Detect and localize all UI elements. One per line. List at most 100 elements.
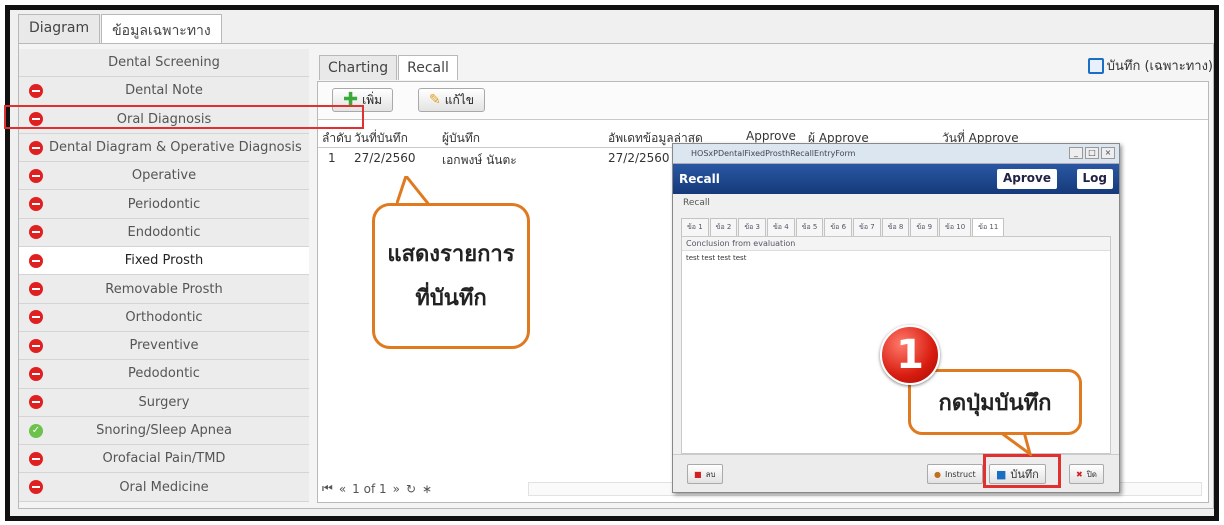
toolbar: ✚ เพิ่ม ✎ แก้ไข xyxy=(318,82,1208,120)
dialog-window-title: HOSxPDentalFixedProsthRecallEntryForm xyxy=(691,149,856,158)
add-button-label: เพิ่ม xyxy=(362,92,383,107)
sidebar-item-dental-note[interactable]: Dental Note xyxy=(19,77,309,106)
close-label: ปิด xyxy=(1086,469,1097,479)
close-button[interactable]: ✖ ปิด xyxy=(1069,464,1104,484)
check-icon: ✓ xyxy=(29,423,43,438)
col-header-approve[interactable]: Approve xyxy=(746,129,796,143)
sub-tab-bar: Charting Recall xyxy=(319,55,459,80)
sidebar-item-orthodontic[interactable]: Orthodontic xyxy=(19,303,309,332)
edit-button[interactable]: ✎ แก้ไข xyxy=(418,88,485,112)
sidebar-item-oral-medicine[interactable]: Oral Medicine xyxy=(19,473,309,502)
instruct-button[interactable]: ● Instruct xyxy=(927,464,983,484)
status-incomplete-icon xyxy=(29,338,43,353)
col-header-recorder[interactable]: ผู้บันทึก xyxy=(442,129,480,148)
sidebar-item-endodontic[interactable]: Endodontic xyxy=(19,218,309,248)
status-incomplete-icon xyxy=(29,395,43,410)
status-incomplete-icon xyxy=(29,197,43,212)
sidebar-item-dental-diagram[interactable]: Dental Diagram & Operative Diagnosis xyxy=(19,133,309,163)
sidebar-item-label: Preventive xyxy=(129,338,199,354)
save-specialty-label: บันทึก (เฉพาะทาง) xyxy=(1106,59,1213,74)
tab-specialty-info[interactable]: ข้อมูลเฉพาะทาง xyxy=(101,14,222,44)
save-specialty-button[interactable]: บันทึก (เฉพาะทาง) xyxy=(1087,55,1213,76)
col-header-record-date[interactable]: วันที่บันทึก xyxy=(354,129,408,148)
sidebar-item-label: Dental Screening xyxy=(108,55,220,71)
status-incomplete-icon xyxy=(29,366,43,381)
asterisk-icon[interactable]: ∗ xyxy=(422,482,432,496)
pager: ⏮ « 1 of 1 » ↻ ∗ xyxy=(322,481,432,496)
sidebar-item-label: Operative xyxy=(131,168,197,184)
callout-tail xyxy=(1000,432,1033,456)
step-number-badge: 1 xyxy=(880,325,940,385)
sidebar-item-label: Oral Medicine xyxy=(119,479,209,495)
sidebar-item-label: Surgery xyxy=(138,394,190,410)
callout-line-1: แสดงรายการ xyxy=(387,241,515,267)
sidebar-item-periodontic[interactable]: Periodontic xyxy=(19,190,309,219)
top-tab-bar: Diagram ข้อมูลเฉพาะทาง xyxy=(18,14,223,44)
sidebar-item-dental-screening[interactable]: Dental Screening xyxy=(19,49,309,78)
col-header-no[interactable]: ลำดับ xyxy=(322,129,352,148)
log-button[interactable]: Log xyxy=(1076,169,1113,189)
sidebar-item-operative[interactable]: Operative xyxy=(19,162,309,191)
save-highlight-box xyxy=(983,454,1061,488)
sidebar-item-label: Periodontic xyxy=(127,196,201,212)
status-incomplete-icon xyxy=(29,310,43,325)
conclusion-label: Conclusion from evaluation xyxy=(682,237,1110,251)
tab-q7[interactable]: ข้อ 7 xyxy=(853,218,881,237)
maximize-icon[interactable]: □ xyxy=(1085,147,1099,159)
sidebar-item-preventive[interactable]: Preventive xyxy=(19,331,309,361)
tab-q6[interactable]: ข้อ 6 xyxy=(824,218,853,237)
tab-recall[interactable]: Recall xyxy=(398,55,458,80)
tab-q8[interactable]: ข้อ 8 xyxy=(881,218,910,237)
prev-page-icon[interactable]: « xyxy=(339,482,346,496)
cell-last-update: 27/2/2560 xyxy=(608,151,670,165)
page-indicator: 1 of 1 xyxy=(352,481,387,496)
tab-q1[interactable]: ข้อ 1 xyxy=(681,218,709,237)
minimize-icon[interactable]: _ xyxy=(1069,147,1083,159)
person-icon: ● xyxy=(934,469,941,479)
tab-charting[interactable]: Charting xyxy=(319,55,398,80)
cell-recorder: เอกพงษ์ นันตะ xyxy=(442,153,517,167)
status-incomplete-icon xyxy=(29,253,43,268)
tab-diagram[interactable]: Diagram xyxy=(18,14,101,44)
instruct-label: Instruct xyxy=(944,469,976,479)
cell-record-date: 27/2/2560 xyxy=(354,151,416,165)
conclusion-text[interactable]: test test test test xyxy=(682,251,1110,265)
sidebar-item-removable-prosth[interactable]: Removable Prosth xyxy=(19,275,309,304)
sidebar-item-label: Snoring/Sleep Apnea xyxy=(96,423,232,438)
sidebar-item-label: Removable Prosth xyxy=(105,281,223,297)
close-icon[interactable]: × xyxy=(1101,147,1115,159)
tab-q11[interactable]: ข้อ 11 xyxy=(972,218,1005,237)
tab-q10[interactable]: ข้อ 10 xyxy=(939,218,972,237)
callout-shows-records: แสดงรายการ ที่บันทึก xyxy=(372,203,530,349)
dialog-title-bar: HOSxPDentalFixedProsthRecallEntryForm _ … xyxy=(673,144,1119,164)
sidebar-item-pedodontic[interactable]: Pedodontic xyxy=(19,360,309,389)
approve-button[interactable]: Aprove xyxy=(997,169,1057,189)
tab-q9[interactable]: ข้อ 9 xyxy=(910,218,939,237)
tab-q4[interactable]: ข้อ 4 xyxy=(767,218,795,237)
tab-q3[interactable]: ข้อ 3 xyxy=(738,218,767,237)
delete-label: ลบ xyxy=(705,469,716,479)
callout-line-2: ที่บันทึก xyxy=(415,285,487,311)
callout-press-save: กดปุ่มบันทึก xyxy=(908,369,1082,435)
close-x-icon: ✖ xyxy=(1076,469,1083,479)
delete-button[interactable]: ■ ลบ xyxy=(687,464,723,484)
sidebar-item-label: Dental Note xyxy=(125,83,203,99)
tab-q2[interactable]: ข้อ 2 xyxy=(709,218,738,237)
sidebar-item-label: Pedodontic xyxy=(128,366,200,382)
status-incomplete-icon xyxy=(29,480,43,495)
cell-no: 1 xyxy=(328,151,336,165)
window-controls: _ □ × xyxy=(1069,147,1115,159)
sidebar-item-snoring[interactable]: ✓ Snoring/Sleep Apnea xyxy=(19,416,309,446)
tab-q5[interactable]: ข้อ 5 xyxy=(795,218,824,237)
sidebar-item-label: Endodontic xyxy=(127,224,201,240)
sidebar-item-fixed-prosth[interactable]: Fixed Prosth xyxy=(19,247,309,276)
sidebar-item-orofacial-pain[interactable]: Orofacial Pain/TMD xyxy=(19,445,309,474)
refresh-icon[interactable]: ↻ xyxy=(406,482,416,496)
first-page-icon[interactable]: ⏮ xyxy=(322,481,333,496)
status-incomplete-icon xyxy=(29,168,43,183)
next-page-icon[interactable]: » xyxy=(393,482,400,496)
save-disk-icon xyxy=(1087,57,1104,74)
edit-button-label: แก้ไข xyxy=(444,92,474,107)
dialog-header-title: Recall xyxy=(679,172,720,186)
sidebar-item-surgery[interactable]: Surgery xyxy=(19,388,309,417)
